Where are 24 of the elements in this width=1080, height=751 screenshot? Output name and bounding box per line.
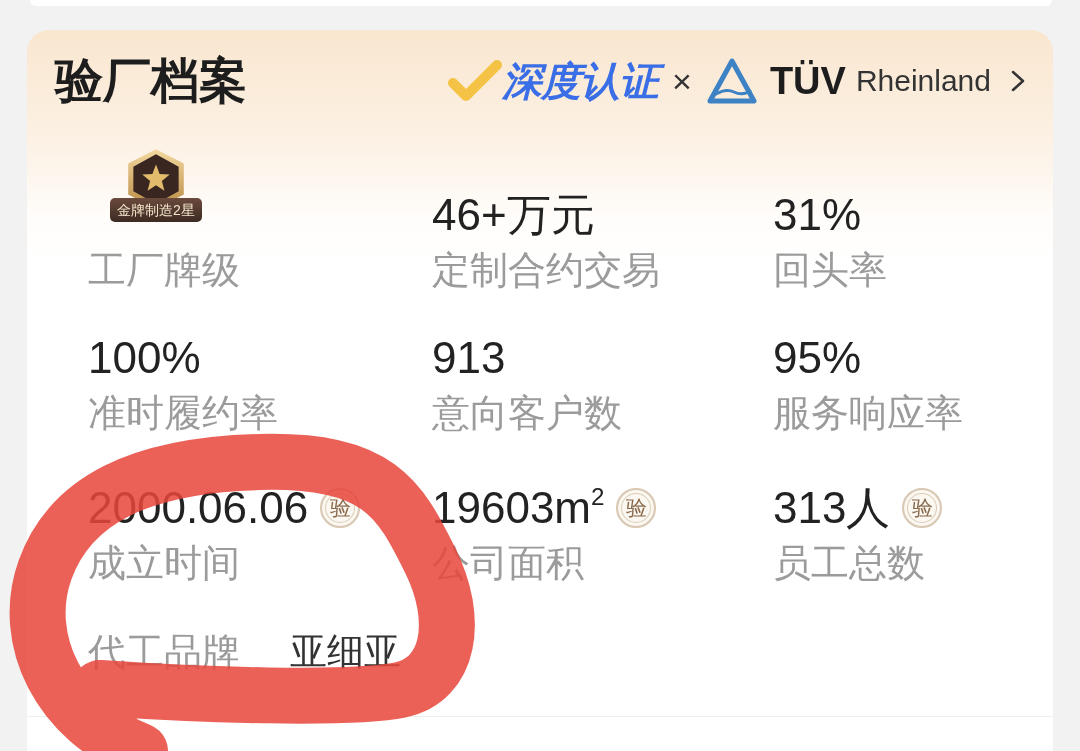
stat-value: 100% (88, 332, 201, 384)
stat-label: 意向客户数 (432, 391, 622, 436)
stat-value: 31% (773, 189, 862, 241)
stat-label: 员工总数 (773, 541, 925, 586)
stat-label: 成立时间 (88, 541, 240, 586)
verified-seal: 验 (616, 488, 657, 528)
check-mark-icon (448, 59, 503, 103)
stat-value: 913 (432, 332, 506, 384)
stat-value: 46+万元 (432, 189, 595, 241)
triangle-logo-icon (705, 57, 758, 105)
stat-label: 服务响应率 (773, 391, 963, 436)
stat-label: 准时履约率 (88, 391, 278, 436)
stat-label: 工厂牌级 (88, 248, 240, 293)
star-medal-badge: 金牌制造2星 (110, 148, 202, 222)
stat-value: 19603m$^{2}$ (432, 481, 605, 534)
chevron-right-icon (1011, 70, 1025, 92)
stat-label: 回头率 (773, 248, 887, 293)
oem-brand-value: 亚细亚 (290, 630, 401, 674)
stat-value: 95% (773, 332, 862, 384)
section-title: 验厂档案 (55, 53, 247, 109)
certification-link[interactable]: 深度认证 × TÜV Rheinland (448, 56, 1025, 106)
stat-label: 定制合约交易 (432, 248, 660, 293)
stat-value: 313人 (773, 482, 891, 534)
verified-seal: 验 (902, 488, 943, 528)
